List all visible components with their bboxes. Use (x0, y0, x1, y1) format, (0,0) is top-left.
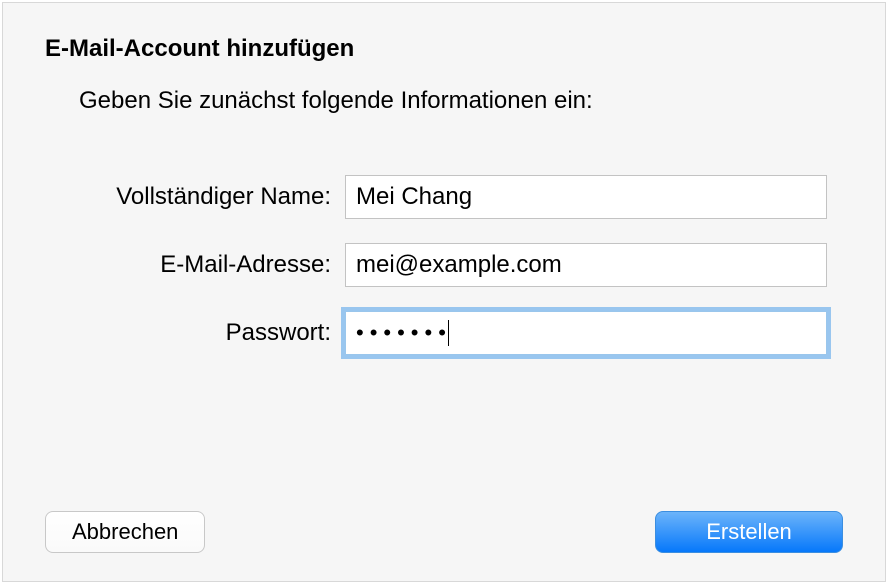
cancel-button[interactable]: Abbrechen (45, 511, 205, 553)
text-cursor (448, 320, 449, 346)
create-button[interactable]: Erstellen (655, 511, 843, 553)
password-row: Passwort: ••••••• (45, 311, 843, 355)
email-input[interactable] (345, 243, 827, 287)
password-value: ••••••• (356, 320, 452, 346)
fullname-row: Vollständiger Name: (45, 175, 843, 219)
password-input[interactable]: ••••••• (345, 311, 827, 355)
fullname-input[interactable] (345, 175, 827, 219)
dialog-subtitle: Geben Sie zunächst folgende Informatione… (79, 87, 843, 115)
email-row: E-Mail-Adresse: (45, 243, 843, 287)
fullname-label: Vollständiger Name: (45, 183, 345, 211)
email-label: E-Mail-Adresse: (45, 251, 345, 279)
add-email-account-dialog: E-Mail-Account hinzufügen Geben Sie zunä… (2, 2, 886, 582)
dialog-title: E-Mail-Account hinzufügen (45, 35, 843, 63)
button-row: Abbrechen Erstellen (45, 511, 843, 553)
password-label: Passwort: (45, 319, 345, 347)
